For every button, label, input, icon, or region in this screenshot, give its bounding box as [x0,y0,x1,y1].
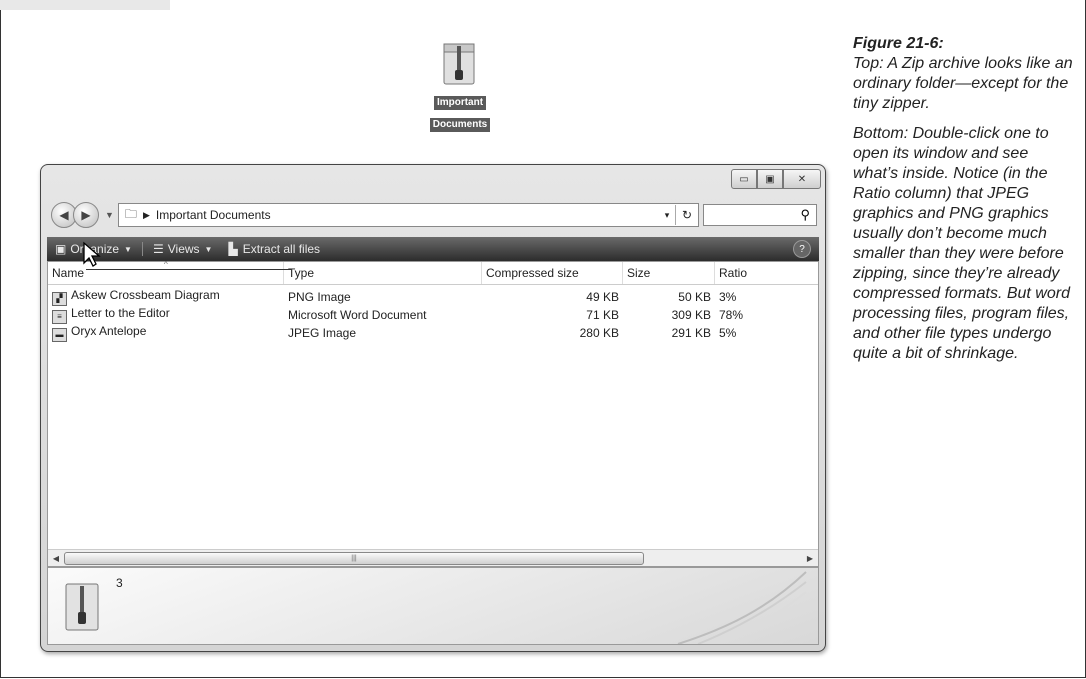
column-header-compressed-size[interactable]: Compressed size [482,262,623,284]
column-header-ratio[interactable]: Ratio [715,262,818,284]
file-ratio-cell: 5% [719,326,737,340]
jpeg-file-icon: ▬ [52,328,67,342]
caption-title: Figure 21-6: [853,35,944,52]
views-button[interactable]: ☰ Views ▼ [145,237,220,261]
scrollbar-thumb[interactable]: ||| [64,552,644,565]
desktop-icon-label-line2: Documents [429,118,491,132]
recent-pages-dropdown[interactable]: ▼ [105,210,114,220]
refresh-button[interactable]: ↻ [675,205,698,225]
file-type-cell: PNG Image [288,290,351,304]
table-row[interactable]: ▞ Askew Crossbeam Diagram PNG Image 49 KB… [48,288,818,306]
caption-para-2: Bottom: Double-click one to open its win… [853,125,1070,362]
column-header-size[interactable]: Size [623,262,715,284]
table-row[interactable]: ▬ Oryx Antelope JPEG Image 280 KB 291 KB … [48,324,818,342]
forward-arrow-icon: ▶ [81,208,91,222]
minimize-button[interactable]: ▭ [731,169,757,189]
mouse-pointer-icon [83,241,101,267]
folder-icon: 🗀 [124,206,137,221]
desktop-icon-label-line1: Important [433,96,487,110]
file-list-pane: ^ Name Type Compressed size Size Ratio ▞ A… [47,260,819,567]
decorative-swoosh [677,571,807,644]
page-tab-strip [0,0,170,10]
window-controls: ▭ ▣ ✕ [731,169,821,189]
file-type-cell: JPEG Image [288,326,357,340]
scroll-left-icon[interactable]: ◀ [48,550,64,566]
details-pane: 3 [47,567,819,645]
extract-label: Extract all files [242,242,321,256]
file-size-cell: 291 KB [671,326,711,340]
sort-caret-icon: ^ [164,260,168,269]
organize-icon: ▣ [55,242,67,256]
help-button[interactable]: ? [793,240,811,258]
views-label: Views [167,242,200,256]
file-rows: ▞ Askew Crossbeam Diagram PNG Image 49 KB… [48,288,818,342]
file-size-cell: 50 KB [678,290,711,304]
scroll-right-icon[interactable]: ▶ [802,550,818,566]
figure-caption: Figure 21-6: Top: A Zip archive looks lik… [853,34,1077,374]
file-name-cell: ▞ Askew Crossbeam Diagram [48,288,284,306]
column-resize-drag-line [86,269,292,270]
word-file-icon: ≡ [52,310,67,324]
file-compressed-cell: 280 KB [579,326,619,340]
command-bar: ▣ Organize ▼ ☰ Views ▼ ▙ Extract all fil… [47,237,819,261]
search-icon[interactable]: ⚲ [800,207,810,223]
toolbar-divider [141,242,143,256]
views-icon: ☰ [152,242,164,256]
table-row[interactable]: ≡ Letter to the Editor Microsoft Word Doc… [48,306,818,324]
zip-folder-icon [62,580,104,634]
file-type-cell: Microsoft Word Document [288,308,427,322]
file-compressed-cell: 49 KB [586,290,619,304]
zip-folder-icon [440,40,480,88]
file-compressed-cell: 71 KB [586,308,619,322]
breadcrumb-separator-icon[interactable]: ▶ [143,210,150,221]
chevron-down-icon: ▼ [124,244,132,254]
search-input[interactable]: ⚲ [703,204,817,226]
address-row: ◀ ▶ ▼ 🗀 ▶ Important Documents ▾ ↻ ⚲ [51,201,817,229]
address-bar[interactable]: 🗀 ▶ Important Documents ▾ ↻ [117,203,699,227]
close-button[interactable]: ✕ [783,169,821,189]
png-file-icon: ▞ [52,292,67,306]
file-name-cell: ▬ Oryx Antelope [48,324,284,342]
desktop-zip-folder[interactable]: Important Documents [415,40,505,132]
file-ratio-cell: 3% [719,290,737,304]
file-ratio-cell: 78% [719,308,744,322]
column-headers: ^ Name Type Compressed size Size Ratio [48,260,818,285]
address-path[interactable]: Important Documents [156,208,271,222]
zip-folder-window: ▭ ▣ ✕ ◀ ▶ ▼ 🗀 ▶ Important Documents ▾ ↻ … [40,164,826,652]
back-arrow-icon: ◀ [59,208,69,222]
file-name-cell: ≡ Letter to the Editor [48,306,284,324]
address-dropdown-icon[interactable]: ▾ [659,210,675,221]
item-count: 3 [116,576,123,590]
caption-para-1: Top: A Zip archive looks like an ordinar… [853,55,1073,112]
column-header-type[interactable]: Type [284,262,482,284]
maximize-button[interactable]: ▣ [757,169,783,189]
file-size-cell: 309 KB [671,308,711,322]
forward-button[interactable]: ▶ [73,202,99,228]
extract-all-button[interactable]: ▙ Extract all files [220,237,328,261]
chevron-down-icon: ▼ [204,244,213,254]
horizontal-scrollbar[interactable]: ◀ ||| ▶ [48,549,818,566]
extract-icon: ▙ [228,242,238,256]
